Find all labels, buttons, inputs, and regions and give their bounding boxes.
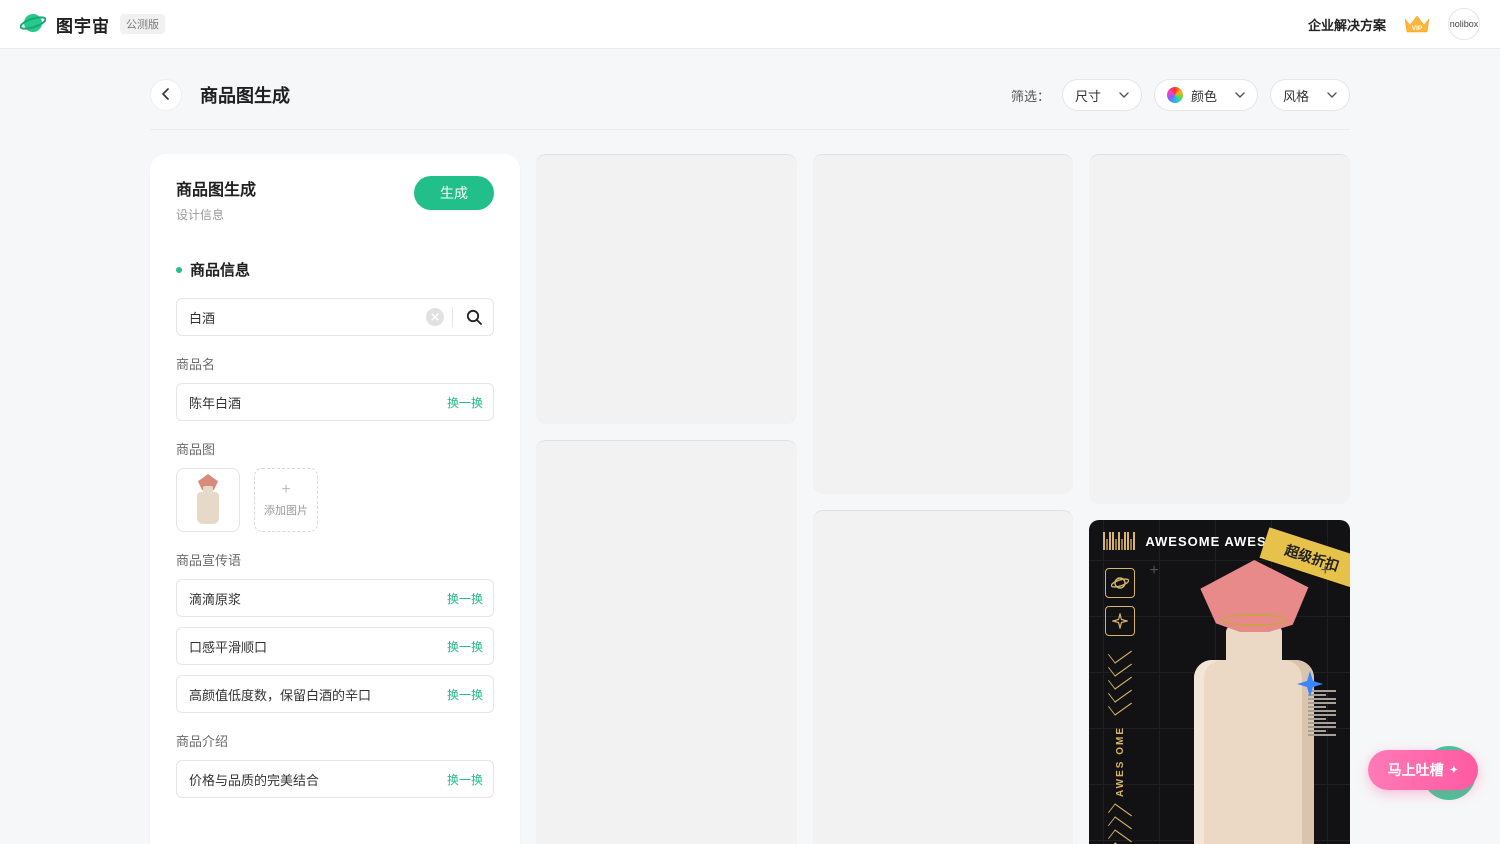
label-product-image: 商品图	[176, 439, 494, 458]
feedback-button[interactable]: 马上吐槽 ✦	[1368, 750, 1478, 790]
planet-logo-icon	[20, 10, 46, 39]
slogan-input-3[interactable]: 高颜值低度数，保留白酒的辛口 换一换	[176, 675, 494, 713]
result-card-placeholder[interactable]	[536, 440, 797, 844]
sparkle-icon	[1296, 670, 1324, 701]
slogan-input-2[interactable]: 口感平滑顺口 换一换	[176, 627, 494, 665]
crosshair-icon: +	[1321, 562, 1330, 580]
filter-color[interactable]: 颜色	[1154, 79, 1258, 111]
label-intro: 商品介绍	[176, 731, 494, 750]
product-bottle-illustration	[1185, 560, 1323, 844]
bullet-icon	[176, 267, 182, 273]
product-search-input[interactable]: 白酒	[176, 298, 494, 336]
beta-badge: 公测版	[120, 14, 165, 34]
section-product-info: 商品信息	[176, 259, 494, 280]
barcode-icon	[1103, 532, 1135, 550]
filter-style[interactable]: 风格	[1270, 79, 1350, 111]
color-wheel-icon	[1167, 87, 1183, 103]
brand[interactable]: 图宇宙 公测版	[20, 10, 165, 39]
swap-button[interactable]: 换一换	[447, 638, 483, 655]
page-title: 商品图生成	[200, 82, 290, 108]
results-grid: AWESOME AWESOME 超级折扣	[536, 154, 1350, 844]
chevron-stack-icon	[1108, 648, 1132, 710]
search-icon[interactable]	[459, 302, 489, 332]
planet-outline-icon	[1105, 568, 1135, 598]
result-card-placeholder[interactable]	[536, 154, 797, 424]
results-col-1	[536, 154, 797, 844]
generate-button[interactable]: 生成	[414, 176, 494, 210]
swap-button[interactable]: 换一换	[447, 686, 483, 703]
result-card-placeholder[interactable]	[813, 154, 1074, 494]
intro-input[interactable]: 价格与品质的完美结合 换一换	[176, 760, 494, 798]
vip-crown-icon[interactable]: VIP	[1402, 13, 1432, 35]
bottle-thumb-icon	[194, 476, 222, 524]
avatar[interactable]: nolibox	[1448, 8, 1480, 40]
chevron-down-icon	[1235, 88, 1245, 103]
results-col-2	[813, 154, 1074, 844]
results-col-3: AWESOME AWESOME 超级折扣	[1089, 154, 1350, 844]
product-name-input[interactable]: 陈年白酒 换一换	[176, 383, 494, 421]
sparkle-icon: ✦	[1450, 765, 1458, 776]
filter-size[interactable]: 尺寸	[1062, 79, 1142, 111]
result-card-placeholder[interactable]	[813, 510, 1074, 844]
slogan-input-1[interactable]: 滴滴原浆 换一换	[176, 579, 494, 617]
label-slogan: 商品宣传语	[176, 550, 494, 569]
poster-rail-text: AWES OME	[1115, 726, 1126, 797]
form-card: 商品图生成 设计信息 生成 商品信息 白酒	[150, 154, 520, 844]
form-title: 商品图生成	[176, 176, 256, 200]
crosshair-icon: +	[1149, 562, 1158, 580]
add-image-button[interactable]: + 添加图片	[254, 468, 318, 532]
sparkle-outline-icon	[1105, 606, 1135, 636]
result-card-poster[interactable]: AWESOME AWESOME 超级折扣	[1089, 520, 1350, 844]
swap-button[interactable]: 换一换	[447, 394, 483, 411]
swap-button[interactable]: 换一换	[447, 590, 483, 607]
chevron-down-icon	[1119, 88, 1129, 103]
filter-label: 筛选：	[1011, 86, 1050, 105]
page-header: 商品图生成 筛选： 尺寸 颜色 风格	[150, 49, 1350, 129]
svg-text:VIP: VIP	[1412, 25, 1423, 32]
enterprise-link[interactable]: 企业解决方案	[1308, 15, 1386, 34]
plus-icon: +	[281, 482, 290, 498]
chevron-down-icon	[1327, 88, 1337, 103]
chevron-stack-icon	[1108, 809, 1132, 844]
swap-button[interactable]: 换一换	[447, 771, 483, 788]
search-value: 白酒	[189, 308, 426, 327]
product-image-thumb[interactable]	[176, 468, 240, 532]
result-card-placeholder[interactable]	[1089, 154, 1350, 504]
back-button[interactable]	[150, 79, 182, 111]
label-product-name: 商品名	[176, 354, 494, 373]
chevron-left-icon	[160, 87, 172, 103]
top-nav: 图宇宙 公测版 企业解决方案 VIP nolibox	[0, 0, 1500, 49]
brand-name: 图宇宙	[56, 12, 110, 37]
form-subtitle: 设计信息	[176, 206, 256, 223]
clear-icon[interactable]	[426, 308, 444, 326]
